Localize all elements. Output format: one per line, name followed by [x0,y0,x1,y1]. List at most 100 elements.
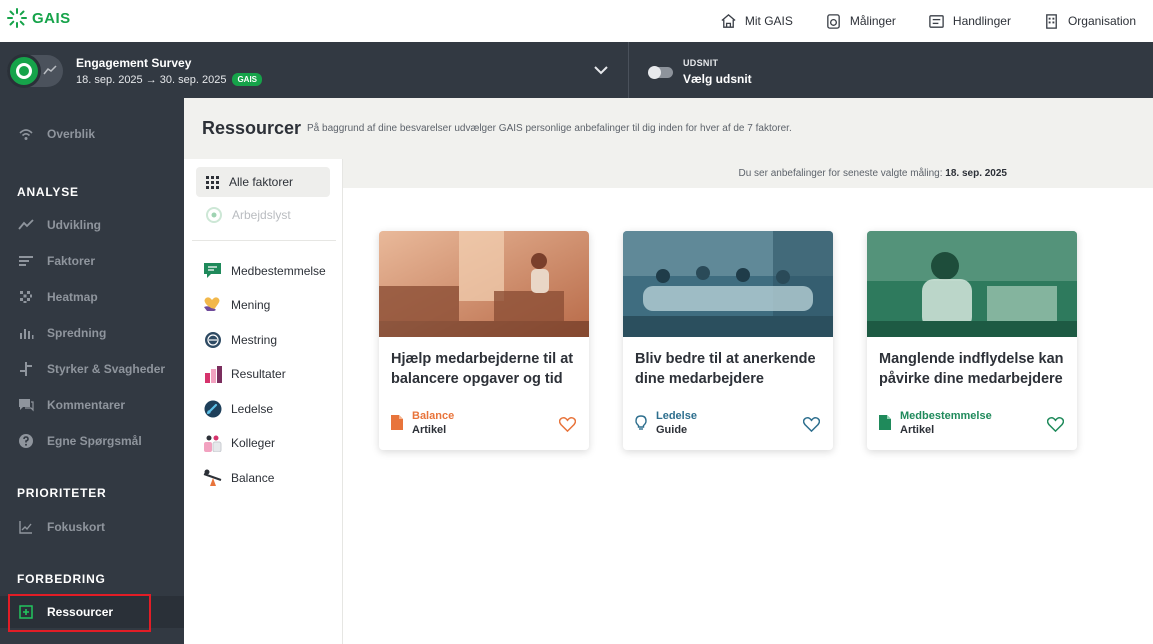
sidebar-item-faktorer[interactable]: Faktorer [0,245,184,277]
factor-label: Ledelse [231,401,274,416]
resource-card[interactable]: Hjælp medarbejderne til at balancere opg… [379,231,589,450]
card-type: Artikel [412,424,447,436]
card-category: Medbestemmelse [900,410,992,422]
survey-date-range: 18. sep. 2025 → 30. sep. 2025 [76,73,227,86]
seesaw-icon [203,469,222,486]
sidebar-item-label: Egne Spørgsmål [47,434,142,448]
factor-medbestemmelse[interactable]: Medbestemmelse [203,261,326,280]
target-icon [206,207,222,223]
factor-label: Medbestemmelse [231,263,326,278]
page-description: På baggrund af dine besvarelser udvælger… [307,123,792,134]
card-type: Guide [656,424,688,436]
lightbulb-icon [635,415,647,430]
factor-all-button[interactable]: Alle faktorer [196,167,330,197]
factor-label: Mestring [231,332,278,347]
nav-maalinger-label: Målinger [849,14,896,28]
sidebar-item-label: Faktorer [47,254,96,268]
factor-label: Balance [231,470,275,485]
sidebar-item-fokuskort[interactable]: Fokuskort [0,511,184,543]
gais-logo[interactable]: GAIS [6,7,71,29]
gauge-icon [204,331,221,348]
card-image [379,231,589,337]
factor-mestring[interactable]: Mestring [203,330,277,349]
factor-filter-column: Alle faktorer Arbejdslyst Medbestemmelse… [184,159,343,644]
factor-mening[interactable]: Mening [203,295,270,314]
factor-label: Resultater [231,366,286,381]
sidebar: Overblik ANALYSE Udvikling Faktorer Heat… [0,98,184,644]
page-header: Ressourcer På baggrund af dine besvarels… [184,98,1153,159]
factor-label: Kolleger [231,435,276,450]
heart-icon[interactable] [803,416,820,433]
divider [192,240,336,241]
factor-resultater[interactable]: Resultater [203,364,286,383]
speedometer-icon [204,400,221,417]
question-icon [19,434,33,448]
factor-arbejdslyst: Arbejdslyst [206,207,291,223]
udsnit-toggle[interactable] [648,66,673,79]
gais-tag: GAIS [232,73,263,86]
sidebar-item-label: Ressourcer [47,605,114,619]
sidebar-item-heatmap[interactable]: Heatmap [0,281,184,313]
page-title: Ressourcer [202,118,302,138]
nav-organisation[interactable]: Organisation [1043,13,1136,30]
strengths-icon [20,362,32,376]
card-title: Bliv bedre til at anerkende dine medarbe… [635,351,816,387]
factor-ledelse[interactable]: Ledelse [203,399,273,418]
udsnit-select[interactable]: Vælg udsnit [683,72,752,86]
top-navigation: GAIS Mit GAIS Målinger Handlinger Organi… [0,0,1153,42]
sidebar-item-label: Styrker & Svagheder [47,362,166,376]
nav-organisation-label: Organisation [1067,14,1136,28]
survey-status-badge[interactable] [7,54,63,88]
section-prioriteter: PRIORITETER [17,486,107,500]
spread-icon [20,329,34,339]
info-date: 18. sep. 2025 [945,168,1007,179]
heart-icon[interactable] [559,416,576,433]
card-category: Balance [412,410,455,422]
actions-icon [929,14,944,28]
sidebar-item-label: Udvikling [47,218,102,232]
chevron-down-icon[interactable] [593,65,609,75]
resource-card[interactable]: Bliv bedre til at anerkende dine medarbe… [623,231,833,450]
card-title: Manglende indflydelse kan påvirke dine m… [879,351,1064,387]
card-meta: Ledelse Guide [635,409,697,438]
comments-icon [19,399,34,412]
sidebar-item-label: Overblik [47,127,96,141]
factor-all-label: Alle faktorer [229,175,294,189]
people-icon [204,435,222,452]
sidebar-item-styrker-svagheder[interactable]: Styrker & Svagheder [0,353,184,385]
nav-mit-gais[interactable]: Mit GAIS [720,13,793,30]
sidebar-item-overblik[interactable]: Overblik [0,118,184,150]
sidebar-item-label: Spredning [47,326,107,340]
section-analyse: ANALYSE [17,185,79,199]
sparkle-logo-icon [7,8,27,28]
nav-handlinger-label: Handlinger [952,14,1011,28]
info-prefix: Du ser anbefalinger for seneste valgte m… [738,168,943,179]
building-icon [1046,13,1057,29]
heatmap-icon [20,291,32,303]
card-image [867,231,1077,337]
sidebar-item-spredning[interactable]: Spredning [0,317,184,349]
resource-card[interactable]: Manglende indflydelse kan påvirke dine m… [867,231,1077,450]
heart-icon[interactable] [1047,416,1064,433]
survey-title: Engagement Survey [76,56,192,70]
card-type: Artikel [900,424,935,436]
nav-maalinger[interactable]: Målinger [825,13,896,30]
card-category: Ledelse [656,410,697,422]
sidebar-item-udvikling[interactable]: Udvikling [0,209,184,241]
sidebar-item-egne-spoergsmaal[interactable]: Egne Spørgsmål [0,425,184,457]
card-image [623,231,833,337]
nav-handlinger[interactable]: Handlinger [928,13,1011,30]
sidebar-item-kommentarer[interactable]: Kommentarer [0,389,184,421]
survey-bar: Engagement Survey 18. sep. 2025 → 30. se… [0,42,1153,98]
factor-kolleger[interactable]: Kolleger [203,433,275,452]
divider [628,42,629,98]
document-icon [879,415,891,430]
logo-text: GAIS [32,9,71,27]
sidebar-item-ressourcer[interactable]: Ressourcer [0,596,184,628]
sidebar-item-label: Kommentarer [47,398,126,412]
wifi-icon [19,129,33,140]
factor-balance[interactable]: Balance [203,468,274,487]
factor-label: Arbejdslyst [232,208,291,222]
info-strip: Du ser anbefalinger for seneste valgte m… [343,159,1153,188]
section-forbedring: FORBEDRING [17,572,106,586]
